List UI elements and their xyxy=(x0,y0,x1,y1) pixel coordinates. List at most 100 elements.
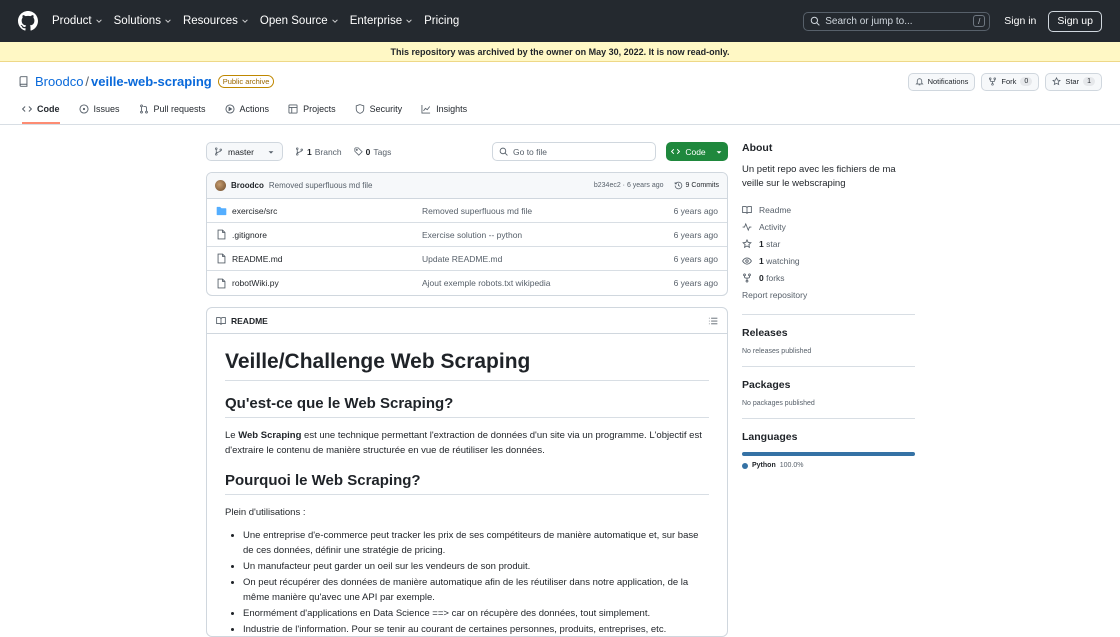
list-item: Un manufacteur peut garder un oeil sur l… xyxy=(243,559,709,574)
tab-projects[interactable]: Projects xyxy=(288,104,336,124)
file-commit-message[interactable]: Ajout exemple robots.txt wikipedia xyxy=(422,278,652,288)
tab-security[interactable]: Security xyxy=(355,104,402,124)
readme-content: Veille/Challenge Web Scraping Qu'est-ce … xyxy=(207,334,727,636)
branch-icon xyxy=(215,147,222,156)
file-name[interactable]: robotWiki.py xyxy=(232,278,422,288)
tag-icon xyxy=(354,147,363,156)
forks-link[interactable]: 0 forks xyxy=(742,269,915,286)
star-button[interactable]: Star 1 xyxy=(1045,72,1102,91)
watchers-link[interactable]: 1 watching xyxy=(742,252,915,269)
readme-heading-what: Qu'est-ce que le Web Scraping? xyxy=(225,395,709,418)
activity-link[interactable]: Activity xyxy=(742,218,915,235)
branches-link[interactable]: 1 Branch xyxy=(295,147,342,157)
table-row[interactable]: exercise/src Removed superfluous md file… xyxy=(207,199,727,223)
sidebar: About Un petit repo avec les fichiers de… xyxy=(742,142,915,469)
table-row[interactable]: robotWiki.py Ajout exemple robots.txt wi… xyxy=(207,271,727,295)
branch-selector[interactable]: master xyxy=(206,142,283,161)
readme-heading-why: Pourquoi le Web Scraping? xyxy=(225,472,709,495)
tab-actions[interactable]: Actions xyxy=(225,104,269,124)
file-commit-message[interactable]: Update README.md xyxy=(422,254,652,264)
language-color-dot xyxy=(742,462,748,469)
sign-in-link[interactable]: Sign in xyxy=(1004,15,1036,27)
star-icon xyxy=(742,238,752,248)
list-item: Une entreprise d'e-commerce peut tracker… xyxy=(243,528,709,558)
commit-hash-age[interactable]: b234ec2 · 6 years ago xyxy=(594,182,664,189)
caret-down-icon xyxy=(268,150,274,154)
github-logo-icon[interactable] xyxy=(18,11,38,31)
nav-pricing[interactable]: Pricing xyxy=(424,15,459,27)
nav-solutions[interactable]: Solutions xyxy=(114,15,172,27)
notifications-button[interactable]: Notifications xyxy=(907,72,976,91)
tab-insights[interactable]: Insights xyxy=(421,104,467,124)
readme-panel: README Veille/Challenge Web Scraping Qu'… xyxy=(206,307,728,637)
fork-button[interactable]: Fork 0 xyxy=(981,72,1040,91)
file-age: 6 years ago xyxy=(673,229,718,240)
list-item: Enormément d'applications en Data Scienc… xyxy=(243,606,709,621)
global-header: Product Solutions Resources Open Source … xyxy=(0,0,1120,42)
book-icon xyxy=(742,205,752,214)
commit-author[interactable]: Broodco xyxy=(231,181,264,190)
nav-resources[interactable]: Resources xyxy=(183,15,249,27)
releases-title[interactable]: Releases xyxy=(742,327,915,339)
file-name[interactable]: .gitignore xyxy=(232,230,422,240)
packages-title[interactable]: Packages xyxy=(742,379,915,391)
packages-section: Packages No packages published xyxy=(742,366,915,407)
table-row[interactable]: .gitignore Exercise solution -- python 6… xyxy=(207,223,727,247)
bell-icon xyxy=(915,78,924,86)
file-name[interactable]: README.md xyxy=(232,254,422,264)
file-toolbar: master 1 Branch 0 Tags Go to file Code xyxy=(206,142,728,161)
commit-message[interactable]: Removed superfluous md file xyxy=(269,181,373,190)
tags-link[interactable]: 0 Tags xyxy=(354,147,391,157)
file-name[interactable]: exercise/src xyxy=(232,206,422,216)
repo-icon xyxy=(19,76,28,87)
stars-link[interactable]: 1 star xyxy=(742,235,915,252)
readme-tab[interactable]: README xyxy=(231,316,268,326)
file-icon xyxy=(217,278,226,288)
issue-icon xyxy=(78,104,89,114)
nav-enterprise[interactable]: Enterprise xyxy=(350,15,413,27)
chevron-down-icon xyxy=(95,19,102,23)
code-icon xyxy=(671,148,681,155)
tab-issues[interactable]: Issues xyxy=(78,104,120,124)
graph-icon xyxy=(421,104,431,114)
caret-down-icon xyxy=(716,150,722,154)
fork-icon xyxy=(743,273,751,282)
file-commit-message[interactable]: Exercise solution -- python xyxy=(422,230,652,240)
nav-open-source[interactable]: Open Source xyxy=(260,15,339,27)
languages-section: Languages Python 100.0% xyxy=(742,418,915,469)
commits-link[interactable]: 9 Commits xyxy=(674,181,719,190)
report-repository-link[interactable]: Report repository xyxy=(742,286,915,303)
tab-pull-requests[interactable]: Pull requests xyxy=(139,104,206,124)
repo-actions: Notifications Fork 0 Star 1 xyxy=(907,72,1102,91)
readme-header: README xyxy=(207,308,727,334)
code-dropdown-button[interactable]: Code xyxy=(666,142,728,161)
search-input[interactable]: Search or jump to... / xyxy=(803,11,991,31)
fork-count: 0 xyxy=(1020,77,1033,86)
avatar[interactable] xyxy=(215,180,226,191)
chevron-down-icon xyxy=(406,19,412,23)
language-item[interactable]: Python 100.0% xyxy=(742,462,915,469)
outline-list-icon[interactable] xyxy=(708,316,718,326)
tab-code[interactable]: Code xyxy=(22,104,60,124)
chevron-down-icon xyxy=(242,19,248,23)
repo-header: Broodco / veille-web-scraping Public arc… xyxy=(0,62,1120,101)
repo-name-link[interactable]: veille-web-scraping xyxy=(91,74,212,89)
pull-request-icon xyxy=(139,104,148,114)
releases-empty: No releases published xyxy=(742,348,812,355)
sign-up-button[interactable]: Sign up xyxy=(1048,10,1102,32)
list-item: On peut récupérer des données de manière… xyxy=(243,575,709,605)
star-count: 1 xyxy=(1083,77,1095,86)
about-description: Un petit repo avec les fichiers de ma ve… xyxy=(742,164,896,189)
go-to-file-input[interactable]: Go to file xyxy=(492,142,656,161)
readme-link[interactable]: Readme xyxy=(742,201,915,218)
repo-owner-link[interactable]: Broodco xyxy=(35,74,83,89)
folder-icon xyxy=(216,206,227,215)
nav-product[interactable]: Product xyxy=(52,15,103,27)
table-row[interactable]: README.md Update README.md 6 years ago xyxy=(207,247,727,271)
search-icon xyxy=(499,147,508,156)
file-commit-message[interactable]: Removed superfluous md file xyxy=(422,206,652,216)
archived-banner: This repository was archived by the owne… xyxy=(0,42,1120,62)
file-age: 6 years ago xyxy=(673,205,718,216)
shield-icon xyxy=(355,104,364,114)
code-icon xyxy=(22,106,32,112)
